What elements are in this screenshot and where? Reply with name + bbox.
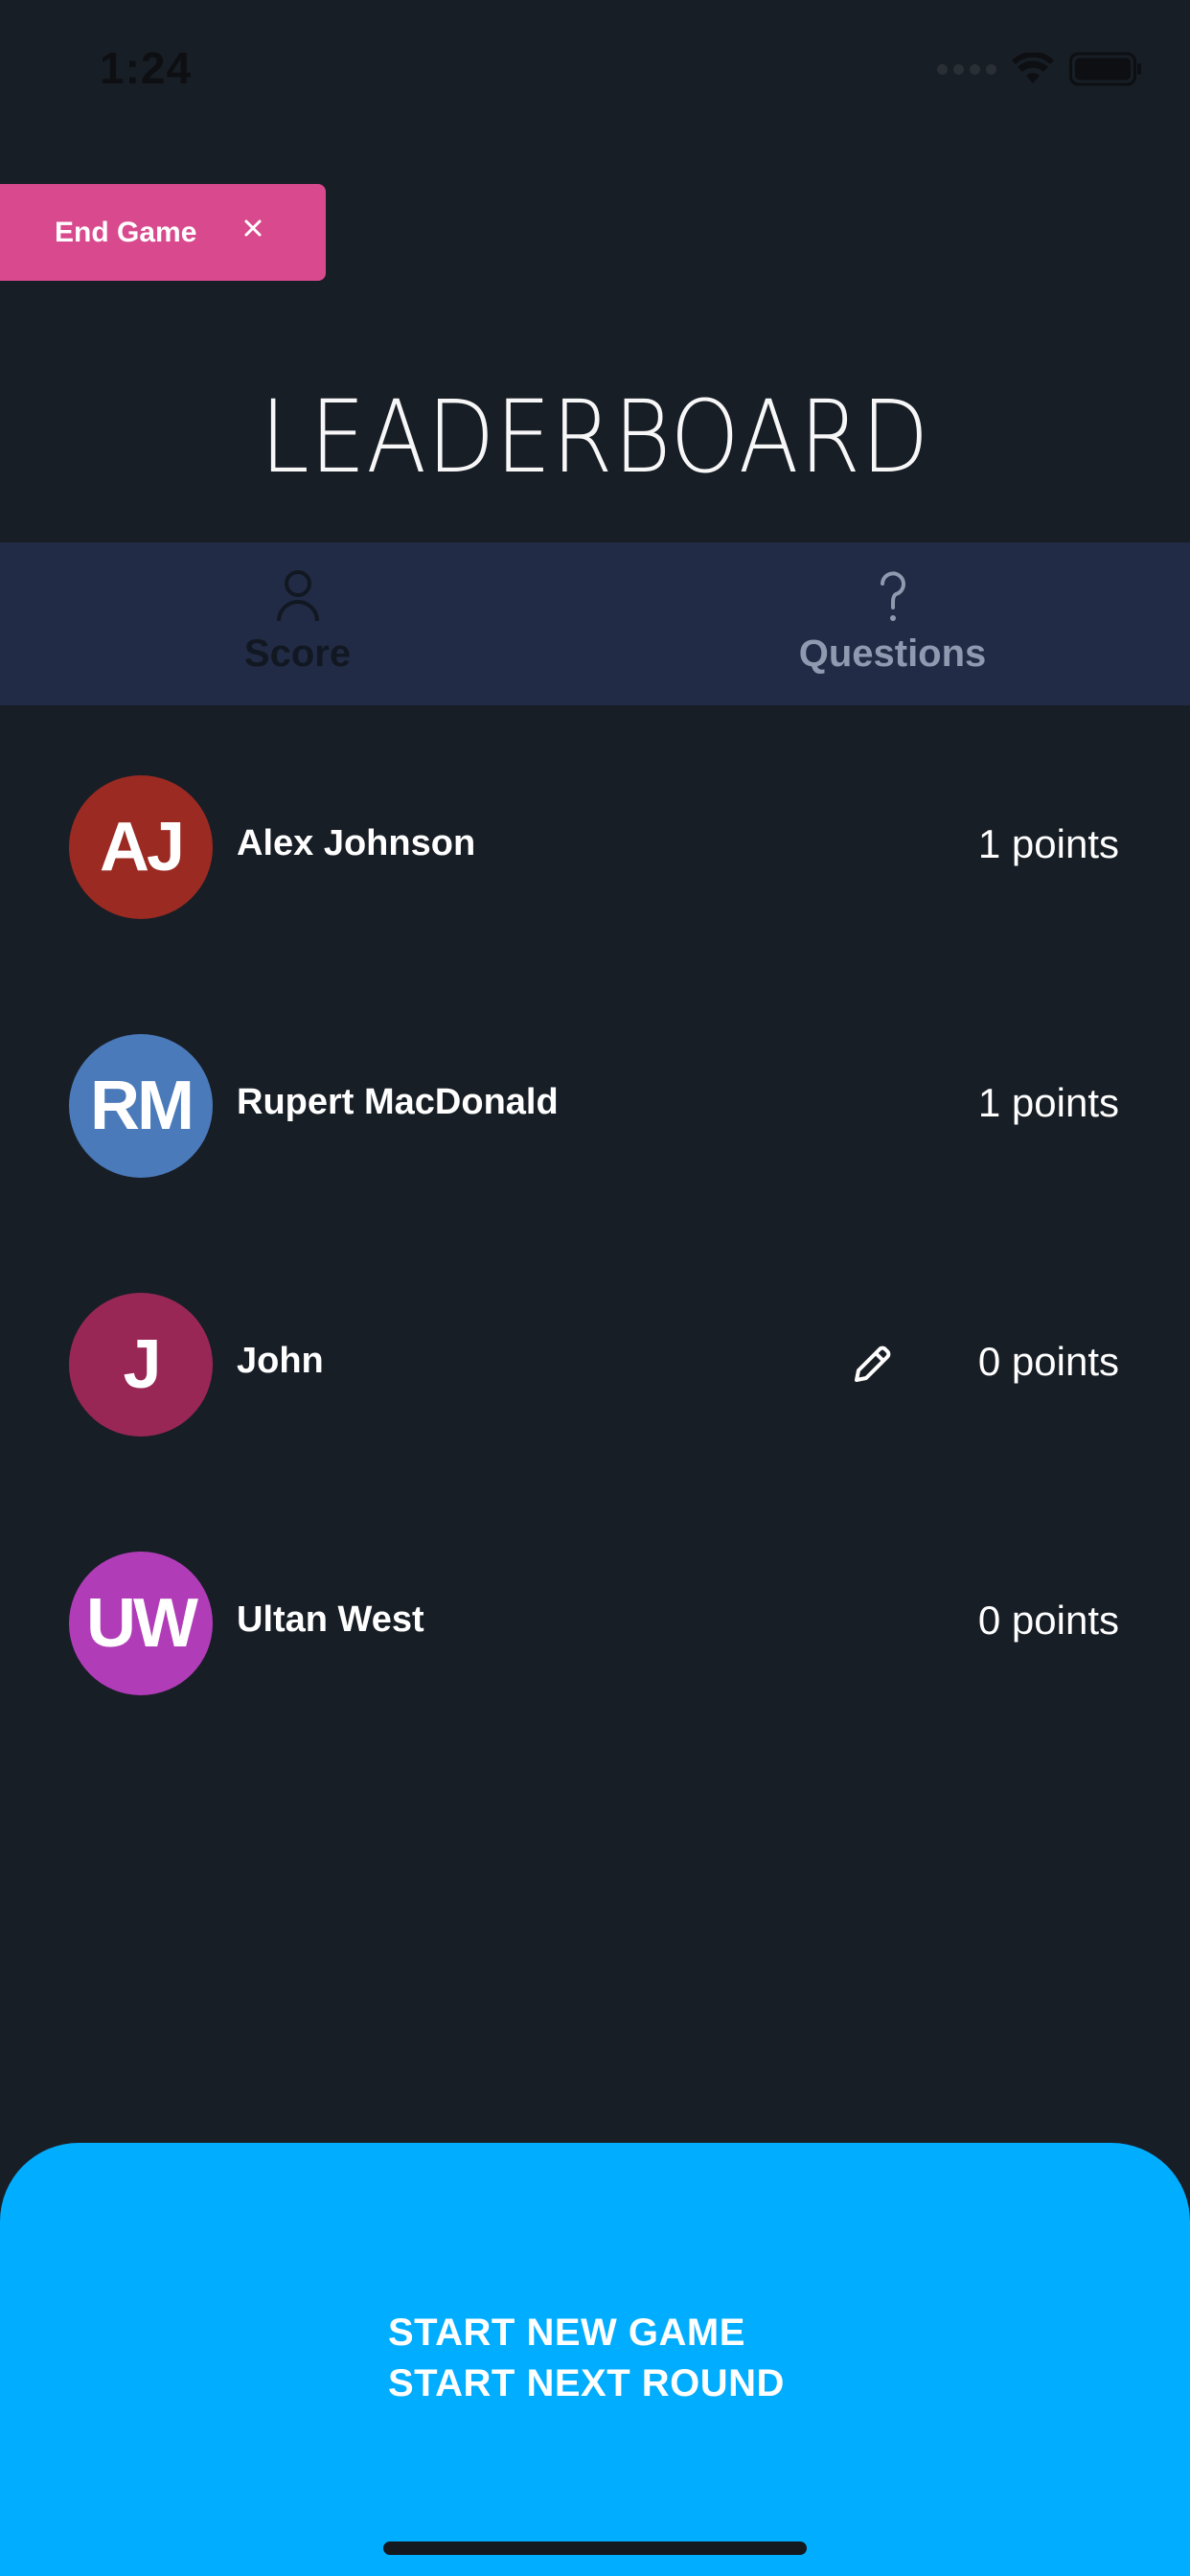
avatar: AJ <box>69 775 213 919</box>
bottom-action-panel: START NEW GAME START NEXT ROUND <box>0 2143 1190 2576</box>
list-item[interactable]: UW Ultan West 0 points <box>0 1552 1190 1695</box>
player-points: 1 points <box>977 821 1119 866</box>
status-icons <box>937 52 1142 86</box>
battery-icon <box>1069 52 1141 86</box>
person-icon <box>276 570 319 622</box>
tab-bar: Score Questions <box>0 542 1190 705</box>
pencil-edit-icon[interactable] <box>849 1342 895 1388</box>
tab-questions-label: Questions <box>798 632 987 675</box>
start-new-game-button[interactable]: START NEW GAME <box>388 2312 785 2355</box>
avatar: UW <box>69 1552 213 1695</box>
tab-score-label: Score <box>243 632 352 675</box>
avatar: J <box>69 1293 213 1437</box>
player-name: John <box>237 1341 324 1381</box>
player-name: Alex Johnson <box>237 823 476 863</box>
status-time: 1:24 <box>100 43 193 93</box>
player-name: Ultan West <box>237 1599 424 1640</box>
question-mark-icon <box>880 571 905 621</box>
list-item[interactable]: RM Rupert MacDonald 1 points <box>0 1034 1190 1178</box>
cellular-signal-icon <box>937 63 996 75</box>
home-indicator[interactable] <box>383 2542 807 2555</box>
list-item[interactable]: AJ Alex Johnson 1 points <box>0 775 1190 919</box>
player-points: 1 points <box>977 1080 1119 1125</box>
list-item[interactable]: J John 0 points <box>0 1293 1190 1437</box>
bottom-actions: START NEW GAME START NEXT ROUND <box>388 2312 785 2405</box>
end-game-label: End Game <box>55 216 197 248</box>
player-points: 0 points <box>977 1598 1119 1643</box>
player-points: 0 points <box>977 1339 1119 1384</box>
leaderboard-screen: 1:24 End Game LEADERBOARD Score Question… <box>0 0 1190 2576</box>
avatar: RM <box>69 1034 213 1178</box>
close-icon <box>244 219 262 237</box>
status-bar: 1:24 <box>0 0 1190 144</box>
tab-score[interactable]: Score <box>0 542 595 705</box>
tab-questions[interactable]: Questions <box>595 542 1190 705</box>
start-next-round-button[interactable]: START NEXT ROUND <box>388 2362 785 2405</box>
player-name: Rupert MacDonald <box>237 1082 559 1122</box>
wifi-icon <box>1012 53 1054 83</box>
end-game-button[interactable]: End Game <box>0 184 326 281</box>
page-title: LEADERBOARD <box>260 379 930 495</box>
